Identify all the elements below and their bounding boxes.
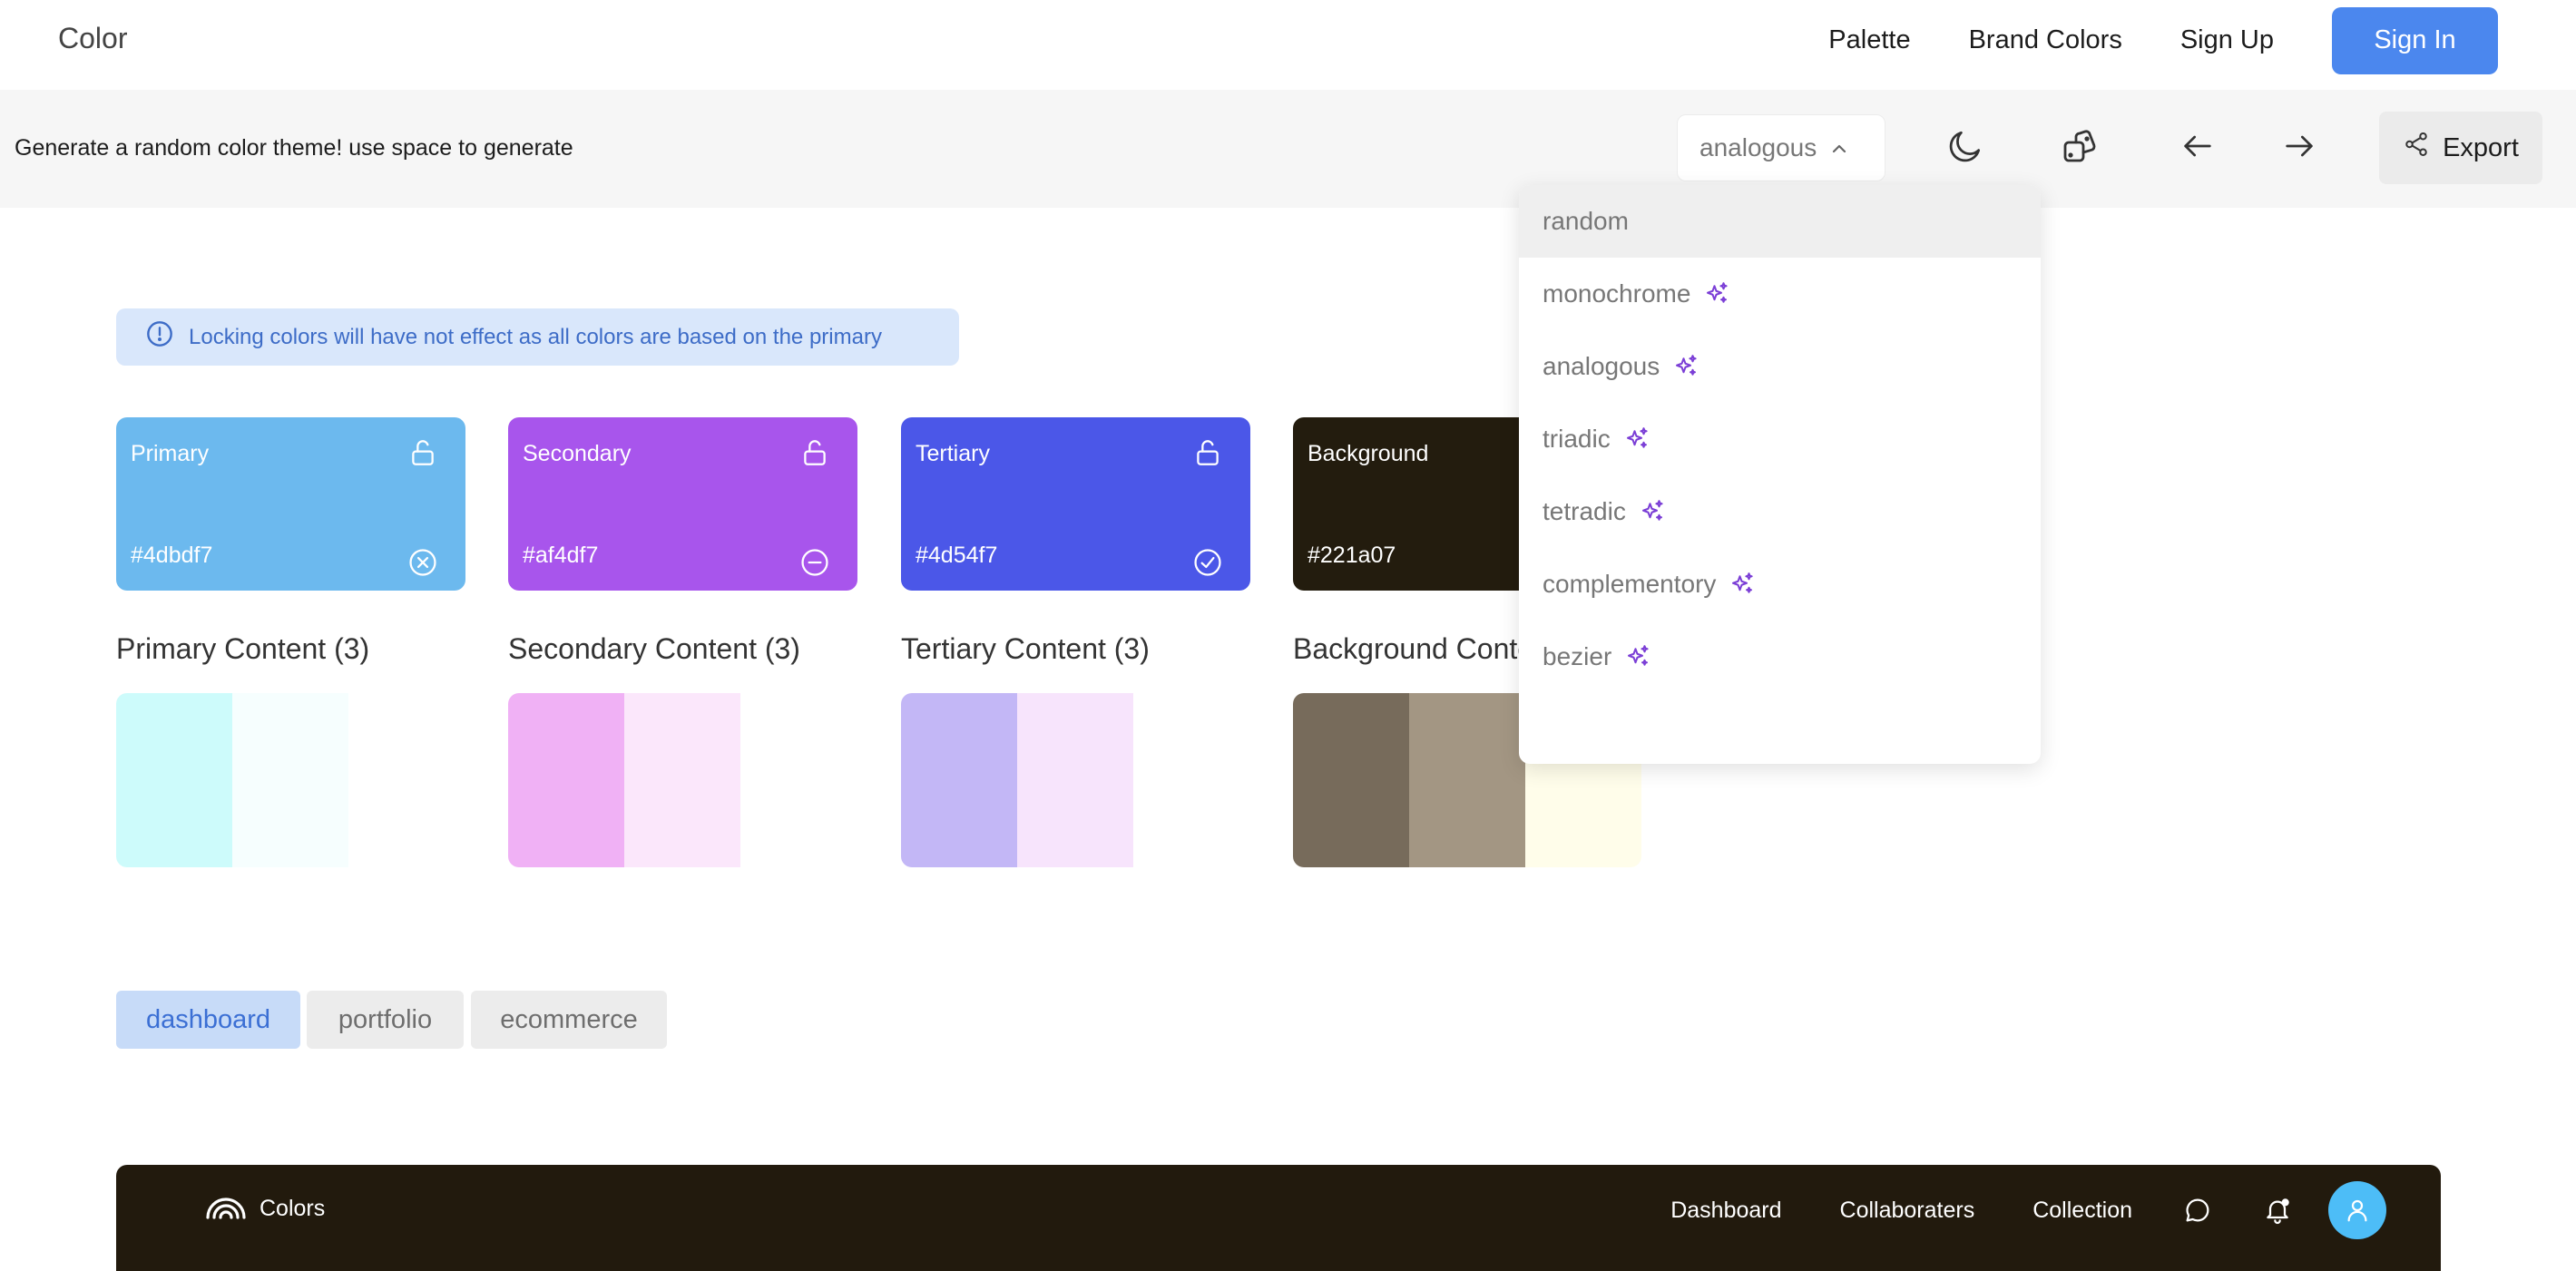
nav-links: Palette Brand Colors Sign Up Sign In: [1770, 6, 2498, 74]
preview-brand-text: Colors: [260, 1196, 326, 1221]
content-swatch[interactable]: [1017, 693, 1133, 867]
content-swatches-tertiary: [901, 693, 1249, 867]
content-label-secondary: Secondary Content (3): [508, 632, 800, 665]
chat-bubble-icon[interactable]: [2183, 1196, 2212, 1225]
top-navigation: Color Palette Brand Colors Sign Up Sign …: [0, 0, 2576, 89]
color-card-hex[interactable]: #af4df7: [523, 543, 598, 569]
theme-tab-portfolio[interactable]: portfolio: [307, 991, 464, 1049]
content-swatch[interactable]: [1293, 693, 1409, 867]
scheme-option-complementory[interactable]: complementory: [1519, 548, 2041, 621]
scheme-option-analogous[interactable]: analogous: [1519, 330, 2041, 403]
chevron-up-icon: [1828, 137, 1850, 166]
scheme-option-monochrome[interactable]: monochrome: [1519, 258, 2041, 330]
generator-toolbar: Generate a random color theme! use space…: [0, 90, 2576, 208]
scheme-option-random[interactable]: random: [1519, 185, 2041, 258]
scheme-option-bezier[interactable]: bezier: [1519, 621, 2041, 693]
preview-link-collaboraters[interactable]: Collaboraters: [1840, 1198, 1975, 1224]
content-swatch[interactable]: [901, 693, 1017, 867]
nav-link-palette[interactable]: Palette: [1828, 25, 1910, 55]
notification-bell-icon[interactable]: [2263, 1196, 2292, 1225]
info-banner: Locking colors will have not effect as a…: [116, 308, 959, 366]
rainbow-logo-icon: [205, 1192, 247, 1226]
preview-link-dashboard[interactable]: Dashboard: [1670, 1198, 1781, 1224]
scheme-option-triadic[interactable]: triadic: [1519, 403, 2041, 475]
color-card-primary[interactable]: Primary #4dbdf7: [116, 417, 465, 591]
arrow-right-icon: [2281, 128, 2317, 169]
brand-logo-text[interactable]: Color: [58, 22, 127, 55]
color-card-hex[interactable]: #4dbdf7: [131, 543, 212, 569]
toolbar-tagline: Generate a random color theme! use space…: [15, 135, 573, 161]
content-swatches-secondary: [508, 693, 857, 867]
scheme-dropdown-menu: random monochrome analogous triadic tetr…: [1519, 185, 2041, 764]
color-card-name: Secondary: [523, 441, 632, 466]
content-label-tertiary: Tertiary Content (3): [901, 632, 1150, 665]
color-card-secondary[interactable]: Secondary #af4df7: [508, 417, 857, 591]
scheme-option-label: complementory: [1543, 570, 1717, 598]
color-card-name: Tertiary: [916, 441, 990, 466]
scheme-option-label: tetradic: [1543, 497, 1626, 525]
content-swatch[interactable]: [1133, 693, 1249, 867]
scheme-select-value: analogous: [1699, 133, 1817, 161]
scheme-option-label: bezier: [1543, 642, 1612, 670]
sparkles-icon: [1729, 571, 1756, 598]
color-card-name: Background: [1308, 441, 1429, 466]
info-banner-text: Locking colors will have not effect as a…: [189, 324, 882, 349]
scheme-option-label: triadic: [1543, 425, 1611, 453]
content-label-primary: Primary Content (3): [116, 632, 370, 665]
sign-in-button[interactable]: Sign In: [2332, 6, 2498, 74]
nav-link-sign-up[interactable]: Sign Up: [2180, 25, 2274, 55]
preview-link-collection[interactable]: Collection: [2032, 1198, 2132, 1224]
theme-preview-navbar: Colors Dashboard Collaboraters Collectio…: [116, 1165, 2441, 1271]
undo-back-button[interactable]: [2172, 122, 2223, 173]
avatar[interactable]: [2328, 1181, 2386, 1239]
moon-icon: [1945, 126, 1985, 171]
content-swatch[interactable]: [348, 693, 465, 867]
preview-brand[interactable]: Colors: [205, 1192, 325, 1226]
theme-tab-ecommerce[interactable]: ecommerce: [471, 991, 667, 1049]
scheme-option-label: random: [1543, 207, 1629, 235]
minus-circle-icon[interactable]: [799, 547, 830, 582]
color-card-hex[interactable]: #4d54f7: [916, 543, 997, 569]
content-swatch[interactable]: [508, 693, 624, 867]
sparkles-icon: [1624, 643, 1651, 670]
color-card-hex[interactable]: #221a07: [1308, 543, 1396, 569]
export-button[interactable]: Export: [2379, 112, 2542, 184]
sparkles-icon: [1703, 280, 1730, 308]
redo-forward-button[interactable]: [2274, 122, 2325, 173]
check-circle-icon[interactable]: [1192, 547, 1223, 582]
scheme-option-label: monochrome: [1543, 279, 1691, 308]
sparkles-icon: [1639, 498, 1666, 525]
scheme-option-tetradic[interactable]: tetradic: [1519, 475, 2041, 548]
unlock-icon[interactable]: [799, 437, 830, 473]
random-dice-button[interactable]: [2056, 122, 2107, 173]
export-label: Export: [2443, 132, 2519, 162]
content-swatch[interactable]: [116, 693, 232, 867]
arrow-left-icon: [2179, 128, 2216, 169]
sparkles-icon: [1672, 353, 1699, 380]
unlock-icon[interactable]: [407, 437, 438, 473]
sparkles-icon: [1623, 425, 1650, 453]
content-label-background: Background Content: [1293, 632, 1558, 665]
unlock-icon[interactable]: [1192, 437, 1223, 473]
dark-mode-toggle-button[interactable]: [1940, 122, 1991, 173]
info-icon: [145, 319, 174, 355]
content-swatch[interactable]: [740, 693, 857, 867]
color-card-tertiary[interactable]: Tertiary #4d54f7: [901, 417, 1250, 591]
theme-tab-dashboard[interactable]: dashboard: [116, 991, 300, 1049]
scheme-select[interactable]: analogous: [1677, 114, 1885, 181]
content-swatches-primary: [116, 693, 465, 867]
content-swatch[interactable]: [624, 693, 740, 867]
dice-icon: [2060, 124, 2103, 172]
close-circle-icon[interactable]: [407, 547, 438, 582]
content-swatch[interactable]: [232, 693, 348, 867]
scheme-option-label: analogous: [1543, 352, 1660, 380]
color-card-name: Primary: [131, 441, 210, 466]
share-icon: [2403, 131, 2430, 165]
content-swatch[interactable]: [1409, 693, 1525, 867]
preview-nav-links: Dashboard Collaboraters Collection: [1612, 1181, 2386, 1239]
nav-link-brand-colors[interactable]: Brand Colors: [1969, 25, 2122, 55]
